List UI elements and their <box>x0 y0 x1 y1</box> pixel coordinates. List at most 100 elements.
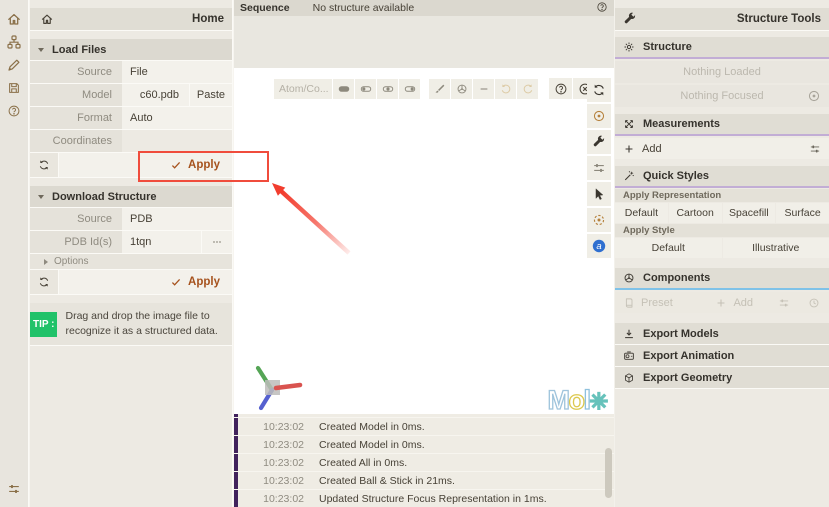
controls-wrench-icon[interactable] <box>587 130 611 154</box>
sequence-status: No structure available <box>312 2 415 14</box>
molstar-logo: Mol✳ <box>547 385 609 415</box>
viewport-side-toolbar: a <box>587 78 611 258</box>
history-undo-icon[interactable] <box>495 78 516 99</box>
pdb-ids-input[interactable]: 1tqn <box>122 231 201 253</box>
format-select[interactable]: Auto <box>122 107 232 129</box>
viewport-3d[interactable]: Atom/Co... a Mol✳ <box>234 68 614 414</box>
granularity-full-icon[interactable] <box>333 78 354 99</box>
log-message: Created All in 0ms. <box>319 456 408 469</box>
settings-sliders-icon[interactable] <box>587 156 611 180</box>
picking-level-dropdown[interactable]: Atom/Co... <box>274 78 332 99</box>
model-file-value[interactable]: c60.pdb <box>122 84 189 106</box>
structure-title: Structure <box>643 41 692 53</box>
representation-surface-button[interactable]: Surface <box>776 203 829 223</box>
log-time: 10:23:02 <box>263 474 304 487</box>
components-actions-row: Preset Add <box>615 292 829 313</box>
axes-gizmo[interactable] <box>248 360 304 416</box>
representation-default-button[interactable]: Default <box>615 203 668 223</box>
nothing-loaded-row: Nothing Loaded <box>615 61 829 83</box>
measurements-title: Measurements <box>643 118 721 130</box>
components-title: Components <box>643 272 711 284</box>
preset-label: Preset <box>641 296 673 309</box>
brush-icon[interactable] <box>429 78 450 99</box>
help-icon[interactable] <box>596 1 608 13</box>
download-structure-section-header[interactable]: Download Structure <box>30 186 232 208</box>
structure-section-header[interactable]: Structure <box>615 37 829 59</box>
style-illustrative-button[interactable]: Illustrative <box>722 238 829 258</box>
options-toggle[interactable]: Options <box>30 254 232 270</box>
history-clock-icon[interactable] <box>799 297 829 309</box>
home-icon[interactable] <box>38 11 56 27</box>
sliders-icon[interactable] <box>809 143 821 155</box>
log-row: 10:23:02 Created Ball & Stick in 21ms. <box>234 472 614 489</box>
export-models-title: Export Models <box>643 327 719 340</box>
home-icon[interactable] <box>5 11 23 27</box>
reset-camera-icon[interactable] <box>587 78 611 102</box>
download-source-row: Source PDB <box>30 208 232 231</box>
download-apply-button[interactable]: Apply <box>58 270 232 294</box>
load-files-apply-button[interactable]: Apply <box>58 153 232 177</box>
export-geometry-section[interactable]: Export Geometry <box>615 367 829 389</box>
check-icon <box>170 159 182 171</box>
export-animation-section[interactable]: Export Animation <box>615 345 829 367</box>
save-state-icon[interactable] <box>5 80 23 96</box>
sliders-icon[interactable] <box>769 297 799 309</box>
download-icon <box>623 328 635 340</box>
nothing-focused-label: Nothing Focused <box>680 90 764 102</box>
source-select[interactable]: File <box>122 61 232 83</box>
caliper-icon <box>623 118 635 130</box>
assistant-icon[interactable]: a <box>587 234 611 258</box>
quick-styles-title: Quick Styles <box>643 170 710 182</box>
right-panel-header: Structure Tools <box>615 8 829 31</box>
selection-cursor-icon[interactable] <box>587 182 611 206</box>
settings-sliders-icon[interactable] <box>5 481 23 497</box>
paste-button[interactable]: Paste <box>189 84 232 106</box>
caret-right-icon <box>44 258 48 265</box>
plus-icon <box>623 143 635 155</box>
granularity-right-icon[interactable] <box>399 78 420 99</box>
add-component-button[interactable]: Add <box>699 297 769 309</box>
focus-target-icon[interactable] <box>807 89 821 103</box>
export-models-section[interactable]: Export Models <box>615 323 829 345</box>
help-icon[interactable] <box>5 103 23 119</box>
format-row: Format Auto <box>30 107 232 130</box>
download-source-label: Source <box>30 208 122 230</box>
subtract-icon[interactable] <box>473 78 494 99</box>
apply-representation-label: Apply Representation <box>615 189 829 202</box>
quick-styles-section-header[interactable]: Quick Styles <box>615 166 829 188</box>
viewport-toolbar: Atom/Co... <box>274 78 597 99</box>
format-label: Format <box>30 107 122 129</box>
gear-icon <box>623 41 635 53</box>
representation-spacefill-button[interactable]: Spacefill <box>722 203 776 223</box>
log-scrollbar[interactable] <box>605 448 612 498</box>
viewport-column: Sequence No structure available Atom/Co.… <box>234 0 614 507</box>
history-redo-icon[interactable] <box>517 78 538 99</box>
state-tree-icon[interactable] <box>5 34 23 50</box>
draw-icon[interactable] <box>5 57 23 73</box>
left-panel-title: Home <box>192 13 224 25</box>
focus-dashed-icon[interactable] <box>587 208 611 232</box>
ellipsis-icon[interactable] <box>201 231 232 253</box>
download-source-select[interactable]: PDB <box>122 208 232 230</box>
screenshot-icon[interactable] <box>587 104 611 128</box>
refresh-icon[interactable] <box>30 153 58 177</box>
model-label: Model <box>30 84 122 106</box>
style-buttons: Default Illustrative <box>615 238 829 258</box>
sequence-bar: Sequence No structure available <box>234 0 614 16</box>
log-message: Created Model in 0ms. <box>319 438 425 451</box>
granularity-center-icon[interactable] <box>377 78 398 99</box>
add-measurement-button[interactable]: Add <box>615 138 829 159</box>
representation-buttons: Default Cartoon Spacefill Surface <box>615 203 829 223</box>
measurements-section-header[interactable]: Measurements <box>615 114 829 136</box>
refresh-icon[interactable] <box>30 270 58 294</box>
components-section-header[interactable]: Components <box>615 268 829 290</box>
preset-button[interactable]: Preset <box>615 297 699 309</box>
load-files-section-header[interactable]: Load Files <box>30 39 232 61</box>
left-icon-sidebar <box>0 0 29 507</box>
style-default-button[interactable]: Default <box>615 238 722 258</box>
granularity-left-icon[interactable] <box>355 78 376 99</box>
sequence-empty-area <box>234 16 614 68</box>
theme-wheel-icon[interactable] <box>451 78 472 99</box>
help-icon[interactable] <box>549 78 572 99</box>
representation-cartoon-button[interactable]: Cartoon <box>668 203 722 223</box>
